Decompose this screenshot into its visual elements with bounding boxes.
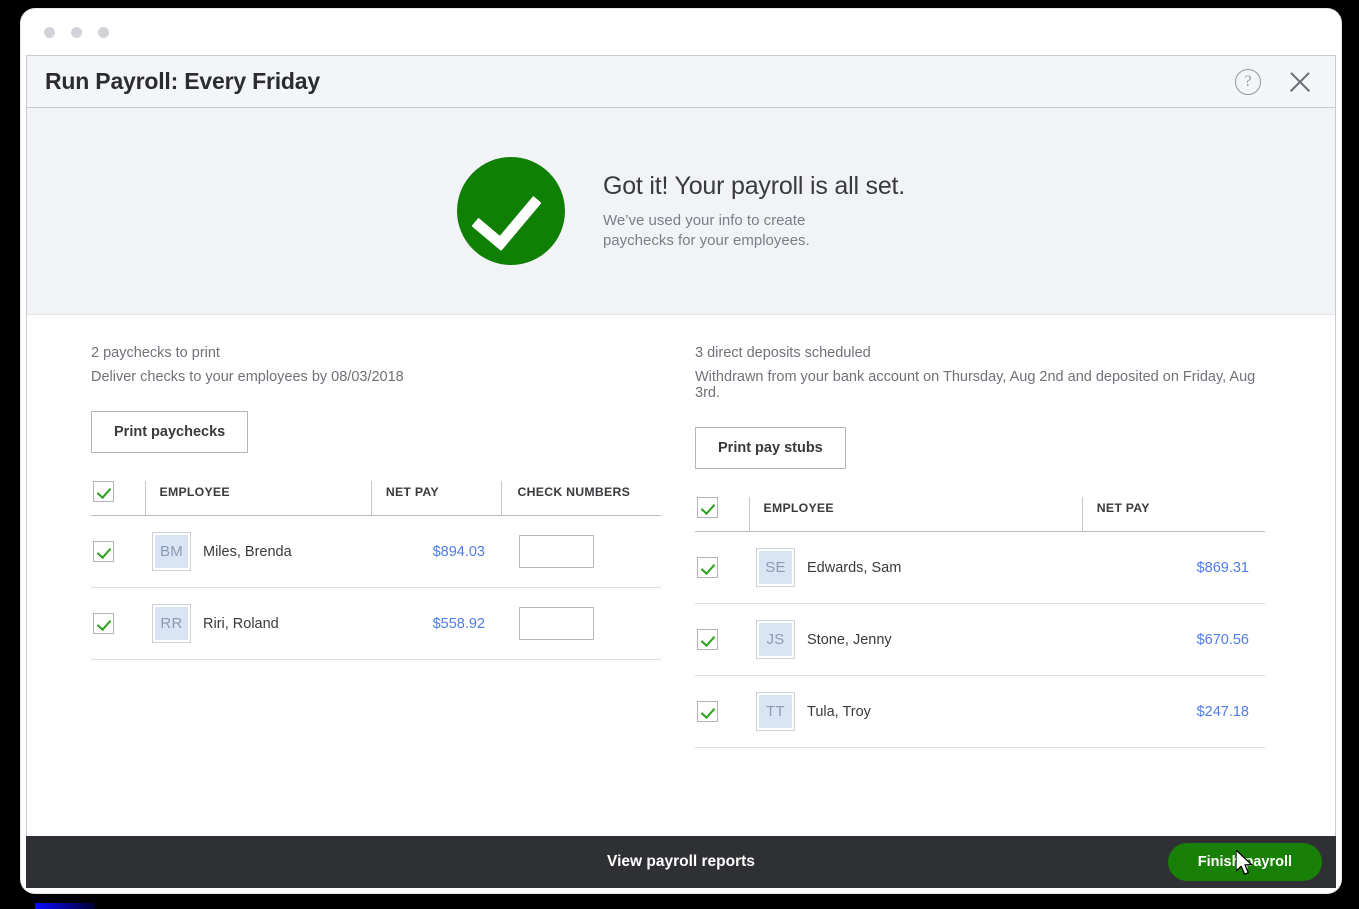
- check-number-cell: [501, 587, 661, 660]
- window-dot-minimize[interactable]: [71, 26, 82, 38]
- select-all-checkbox[interactable]: [697, 497, 718, 518]
- employee-name: Riri, Roland: [203, 615, 279, 632]
- check-number-input[interactable]: [519, 535, 594, 568]
- view-payroll-reports-link[interactable]: View payroll reports: [607, 853, 755, 871]
- window-dot-close[interactable]: [44, 26, 55, 38]
- net-pay-amount[interactable]: $558.92: [433, 616, 485, 632]
- paychecks-delivery-note: Deliver checks to your employees by 08/0…: [91, 369, 404, 385]
- print-pay-stubs-button[interactable]: Print pay stubs: [695, 427, 846, 469]
- net-pay-header: NET PAY: [1081, 497, 1265, 532]
- row-select-cell: [695, 675, 749, 748]
- paychecks-count-label: 2 paychecks to print: [91, 345, 220, 361]
- net-pay-cell: $894.03: [371, 515, 501, 588]
- check-number-cell: [501, 515, 661, 588]
- row-checkbox[interactable]: [697, 701, 718, 722]
- net-pay-amount[interactable]: $894.03: [433, 544, 485, 560]
- row-select-cell: [695, 531, 749, 604]
- avatar: SE: [757, 549, 794, 586]
- avatar: RR: [153, 605, 190, 642]
- employee-name: Stone, Jenny: [807, 631, 892, 648]
- avatar: JS: [757, 621, 794, 658]
- help-icon[interactable]: ?: [1235, 68, 1261, 95]
- table-row: SE Edwards, Sam $869.31: [695, 531, 1265, 604]
- modal-footer: View payroll reports Finish payroll: [26, 836, 1336, 888]
- net-pay-cell: $558.92: [371, 587, 501, 660]
- employee-cell: JS Stone, Jenny: [749, 603, 1083, 676]
- row-checkbox[interactable]: [697, 557, 718, 578]
- check-numbers-header: CHECK NUMBERS: [500, 481, 661, 516]
- row-checkbox[interactable]: [697, 629, 718, 650]
- table-row: TT Tula, Troy $247.18: [695, 675, 1265, 748]
- net-pay-header: NET PAY: [370, 481, 501, 516]
- employee-name: Edwards, Sam: [807, 559, 902, 576]
- row-select-cell: [91, 515, 145, 588]
- table-header-row: EMPLOYEE NET PAY: [695, 497, 1265, 532]
- screen-edge-artifact: [35, 903, 95, 909]
- table-row: BM Miles, Brenda $894.03: [91, 515, 661, 588]
- row-select-cell: [695, 603, 749, 676]
- net-pay-amount[interactable]: $869.31: [1197, 560, 1249, 576]
- direct-deposits-note: Withdrawn from your bank account on Thur…: [695, 369, 1256, 401]
- net-pay-amount[interactable]: $247.18: [1197, 704, 1249, 720]
- check-number-input[interactable]: [519, 607, 594, 640]
- app-window: Run Payroll: Every Friday ? Got it! Your…: [21, 9, 1341, 893]
- direct-deposits-column: 3 direct deposits scheduled Withdrawn fr…: [695, 345, 1265, 845]
- employee-cell: BM Miles, Brenda: [145, 515, 372, 588]
- success-subtitle-line-1: We’ve used your info to create: [602, 212, 806, 230]
- success-subtitle-line-2: paychecks for your employees.: [602, 231, 810, 249]
- direct-deposits-count-label: 3 direct deposits scheduled: [695, 345, 871, 361]
- run-payroll-modal: Run Payroll: Every Friday ? Got it! Your…: [26, 55, 1336, 845]
- direct-deposits-table: EMPLOYEE NET PAY SE Edwards, Sam $869.31…: [695, 497, 1265, 748]
- success-text-block: Got it! Your payroll is all set. We’ve u…: [603, 172, 905, 249]
- success-title: Got it! Your payroll is all set.: [602, 172, 906, 201]
- header-icon-group: ?: [1235, 67, 1315, 97]
- page-title: Run Payroll: Every Friday: [45, 68, 320, 94]
- window-dot-maximize[interactable]: [98, 26, 109, 38]
- row-checkbox[interactable]: [93, 541, 114, 562]
- row-select-cell: [91, 587, 145, 660]
- paychecks-table: EMPLOYEE NET PAY CHECK NUMBERS BM Miles,…: [91, 481, 661, 660]
- employee-cell: TT Tula, Troy: [749, 675, 1083, 748]
- close-icon[interactable]: [1285, 67, 1315, 97]
- row-checkbox[interactable]: [93, 613, 114, 634]
- check-circle-icon: [456, 157, 565, 265]
- table-row: JS Stone, Jenny $670.56: [695, 603, 1265, 676]
- table-header-row: EMPLOYEE NET PAY CHECK NUMBERS: [91, 481, 661, 516]
- net-pay-cell: $869.31: [1082, 531, 1265, 604]
- finish-payroll-button[interactable]: Finish payroll: [1167, 843, 1322, 881]
- paychecks-to-print-column: 2 paychecks to print Deliver checks to y…: [91, 345, 661, 845]
- net-pay-cell: $670.56: [1082, 603, 1265, 676]
- employee-header: EMPLOYEE: [748, 497, 1083, 532]
- employee-header: EMPLOYEE: [144, 481, 372, 516]
- employee-cell: RR Riri, Roland: [145, 587, 372, 660]
- net-pay-amount[interactable]: $670.56: [1197, 632, 1249, 648]
- modal-header: Run Payroll: Every Friday ?: [27, 56, 1335, 108]
- success-banner: Got it! Your payroll is all set. We’ve u…: [27, 108, 1335, 315]
- modal-body: 2 paychecks to print Deliver checks to y…: [27, 315, 1335, 845]
- net-pay-cell: $247.18: [1082, 675, 1265, 748]
- employee-cell: SE Edwards, Sam: [749, 531, 1083, 604]
- select-all-checkbox[interactable]: [93, 481, 114, 502]
- table-row: RR Riri, Roland $558.92: [91, 587, 661, 660]
- avatar: TT: [757, 693, 794, 730]
- print-paychecks-button[interactable]: Print paychecks: [91, 411, 249, 453]
- avatar: BM: [153, 533, 190, 570]
- select-all-header: [695, 497, 749, 532]
- window-chrome-bar: [21, 9, 1341, 55]
- employee-name: Miles, Brenda: [203, 543, 292, 560]
- select-all-header: [91, 481, 145, 516]
- employee-name: Tula, Troy: [807, 703, 871, 720]
